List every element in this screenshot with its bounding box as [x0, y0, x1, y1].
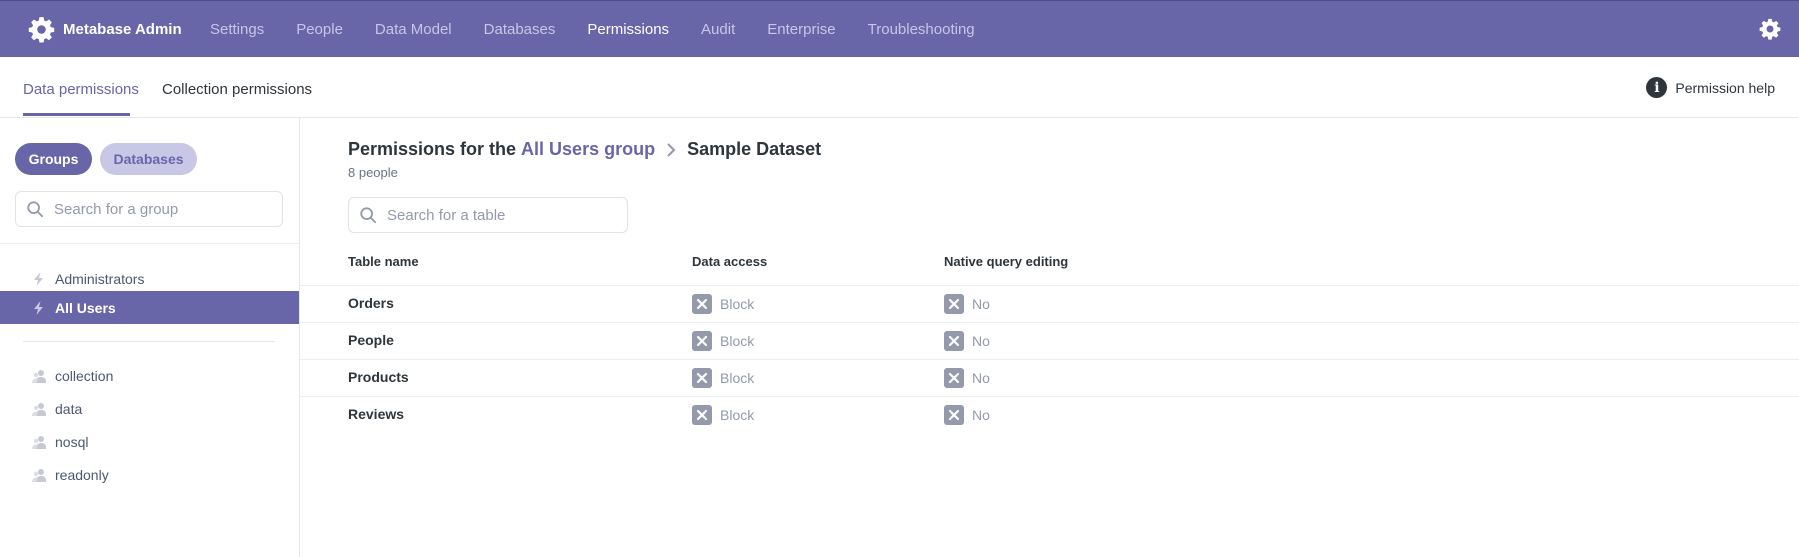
data-access-value: Block	[720, 370, 755, 386]
table-search[interactable]	[348, 197, 628, 233]
breadcrumb-database: Sample Dataset	[687, 139, 822, 159]
table-name: Products	[348, 369, 409, 385]
group-item-readonly[interactable]: readonly	[0, 458, 299, 491]
people-icon	[32, 402, 46, 416]
table-row: People Block No	[300, 322, 1799, 359]
databases-toggle-button[interactable]: Databases	[100, 143, 197, 175]
table-row: Orders Block No	[300, 285, 1799, 322]
native-query-select[interactable]: No	[944, 405, 990, 425]
data-access-select[interactable]: Block	[692, 405, 754, 425]
permission-help-label: Permission help	[1675, 79, 1775, 96]
close-icon	[692, 331, 712, 351]
table-search-input[interactable]	[387, 206, 610, 224]
data-access-value: Block	[720, 407, 755, 423]
group-label: nosql	[55, 433, 89, 450]
group-item-nosql[interactable]: nosql	[0, 425, 299, 458]
nav-databases[interactable]: Databases	[484, 21, 556, 38]
brand-name: Metabase Admin	[63, 20, 182, 38]
table-row: Products Block No	[300, 359, 1799, 396]
search-icon	[27, 201, 44, 218]
admin-nav-bar: Metabase Admin Settings People Data Mode…	[0, 0, 1799, 57]
nav-data-model[interactable]: Data Model	[375, 21, 452, 38]
native-query-value: No	[972, 296, 990, 312]
data-access-select[interactable]: Block	[692, 294, 754, 314]
people-icon	[32, 468, 46, 482]
group-search[interactable]	[15, 191, 283, 227]
permission-help-link[interactable]: i Permission help	[1646, 77, 1775, 98]
bolt-icon	[34, 300, 43, 315]
data-access-select[interactable]: Block	[692, 331, 754, 351]
table-name: People	[348, 332, 394, 348]
close-icon	[944, 294, 964, 314]
search-icon	[360, 207, 377, 224]
close-icon	[944, 331, 964, 351]
native-query-select[interactable]: No	[944, 331, 990, 351]
group-label: All Users	[55, 299, 116, 316]
admin-nav-items: Settings People Data Model Databases Per…	[210, 21, 1007, 38]
brand[interactable]: Metabase Admin	[28, 16, 210, 43]
title-prefix: Permissions for the	[348, 139, 517, 159]
native-query-select[interactable]: No	[944, 368, 990, 388]
table-name: Orders	[348, 295, 394, 311]
native-query-value: No	[972, 333, 990, 349]
breadcrumb-group-link[interactable]: All Users group	[521, 139, 655, 160]
divider	[23, 341, 275, 342]
divider	[0, 243, 299, 244]
group-label: readonly	[55, 466, 109, 483]
chevron-right-icon	[667, 142, 676, 157]
group-label: collection	[55, 367, 114, 384]
data-access-value: Block	[720, 333, 755, 349]
groups-sidebar: Groups Databases Administrators All User…	[0, 118, 300, 557]
people-icon	[32, 369, 46, 383]
nav-settings[interactable]: Settings	[210, 21, 264, 38]
member-count: 8 people	[348, 165, 398, 180]
nav-permissions[interactable]: Permissions	[587, 21, 669, 38]
tab-data-permissions[interactable]: Data permissions	[23, 81, 139, 98]
group-item-collection[interactable]: collection	[0, 359, 299, 392]
nav-audit[interactable]: Audit	[701, 21, 735, 38]
group-item-data[interactable]: data	[0, 392, 299, 425]
info-icon: i	[1646, 77, 1668, 98]
nav-troubleshooting[interactable]: Troubleshooting	[868, 21, 975, 38]
people-icon	[32, 435, 46, 449]
gear-icon	[28, 16, 55, 43]
permissions-tabs: Data permissions Collection permissions …	[0, 57, 1799, 118]
native-query-value: No	[972, 370, 990, 386]
page-title: Permissions for the All Users group Samp…	[348, 139, 821, 160]
close-icon	[944, 368, 964, 388]
native-query-select[interactable]: No	[944, 294, 990, 314]
group-label: data	[55, 400, 83, 417]
bolt-icon	[34, 271, 43, 286]
data-access-value: Block	[720, 296, 755, 312]
active-tab-indicator	[23, 113, 130, 116]
group-search-input[interactable]	[54, 200, 267, 218]
table-name: Reviews	[348, 406, 405, 422]
data-access-select[interactable]: Block	[692, 368, 754, 388]
column-header-table-name: Table name	[348, 254, 419, 269]
nav-enterprise[interactable]: Enterprise	[767, 21, 835, 38]
tab-collection-permissions[interactable]: Collection permissions	[162, 81, 312, 98]
group-label: Administrators	[55, 270, 145, 287]
native-query-value: No	[972, 407, 990, 423]
settings-gear-icon[interactable]	[1759, 18, 1781, 40]
close-icon	[692, 405, 712, 425]
close-icon	[692, 294, 712, 314]
close-icon	[944, 405, 964, 425]
column-header-data-access: Data access	[692, 254, 768, 269]
column-header-native-query: Native query editing	[944, 254, 1069, 269]
close-icon	[692, 368, 712, 388]
table-row: Reviews Block No	[300, 396, 1799, 433]
group-item-all-users[interactable]: All Users	[0, 291, 299, 324]
groups-toggle-button[interactable]: Groups	[15, 143, 92, 175]
nav-people[interactable]: People	[296, 21, 343, 38]
